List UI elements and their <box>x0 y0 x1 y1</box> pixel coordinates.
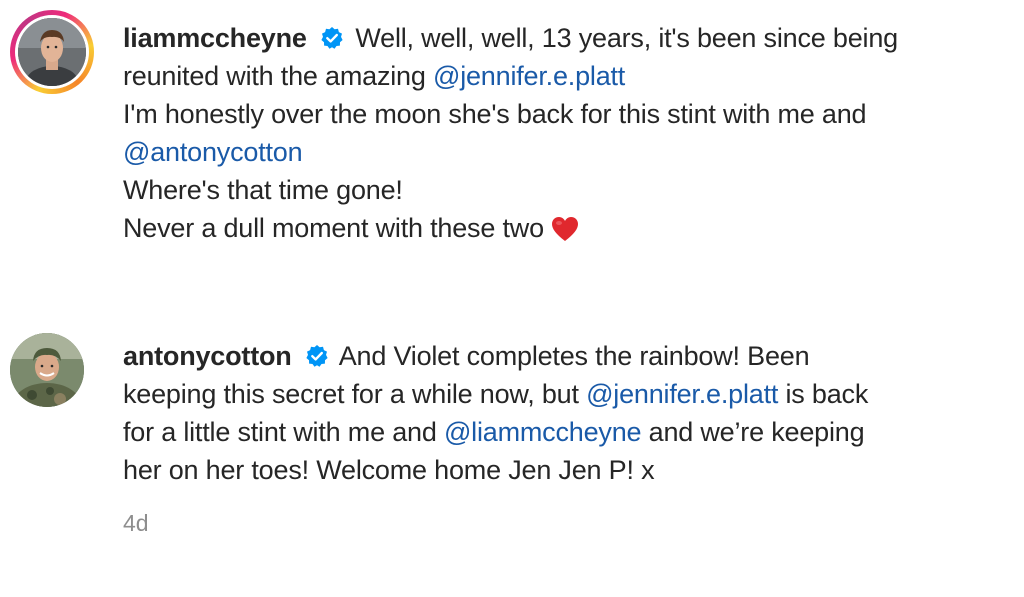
comment-line: for a little stint with me and @liammcch… <box>123 413 1013 451</box>
comment-text: Never a dull moment with these two <box>123 213 544 243</box>
red-heart-icon <box>551 217 578 241</box>
comment-line: her on her toes! Welcome home Jen Jen P!… <box>123 451 1013 489</box>
profile-photo-young-man-icon <box>18 18 86 86</box>
comment-liammccheyne: liammccheyne Well, well, well, 13 years,… <box>0 0 1024 270</box>
comment-text: for a little stint with me and <box>123 417 444 447</box>
comment-antonycotton: antonycotton And Violet completes the ra… <box>0 320 1024 597</box>
comment-text: reunited with the amazing <box>123 61 433 91</box>
mention-link[interactable]: @jennifer.e.platt <box>433 61 625 91</box>
comment-line: I'm honestly over the moon she's back fo… <box>123 95 1013 133</box>
verified-badge-icon <box>321 27 343 49</box>
verified-badge-icon <box>306 345 328 367</box>
mention-link[interactable]: @liammccheyne <box>444 417 642 447</box>
comment-line: keeping this secret for a while now, but… <box>123 375 1013 413</box>
story-ring[interactable] <box>10 10 94 94</box>
comment-line: antonycotton And Violet completes the ra… <box>123 337 1013 375</box>
comment-body: antonycotton And Violet completes the ra… <box>123 337 1013 489</box>
comment-body: liammccheyne Well, well, well, 13 years,… <box>123 19 1013 247</box>
comment-text: And Violet completes the rainbow! Been <box>338 341 810 371</box>
comment-text: and we’re keeping <box>641 417 865 447</box>
comment-text: Well, well, well, 13 years, it's been si… <box>355 23 898 53</box>
comment-line: Where's that time gone! <box>123 171 1013 209</box>
comment-line: reunited with the amazing @jennifer.e.pl… <box>123 57 1013 95</box>
comment-line: @antonycotton <box>123 133 1013 171</box>
comment-line: Never a dull moment with these two <box>123 209 1013 247</box>
mention-link[interactable]: @jennifer.e.platt <box>586 379 778 409</box>
comment-text: is back <box>778 379 869 409</box>
comment-text: keeping this secret for a while now, but <box>123 379 587 409</box>
avatar[interactable] <box>10 333 84 407</box>
profile-photo-man-in-camouflage-icon <box>10 333 84 407</box>
username-link[interactable]: antonycotton <box>123 341 292 371</box>
comment-text: I'm honestly over the moon she's back fo… <box>123 99 867 129</box>
comment-line: liammccheyne Well, well, well, 13 years,… <box>123 19 1013 57</box>
username-link[interactable]: liammccheyne <box>123 23 307 53</box>
mention-link[interactable]: @antonycotton <box>123 137 303 167</box>
comment-text: Where's that time gone! <box>123 175 403 205</box>
comment-timestamp: 4d <box>123 510 149 536</box>
avatar[interactable] <box>18 18 86 86</box>
comment-text: her on her toes! Welcome home Jen Jen P!… <box>123 455 655 485</box>
